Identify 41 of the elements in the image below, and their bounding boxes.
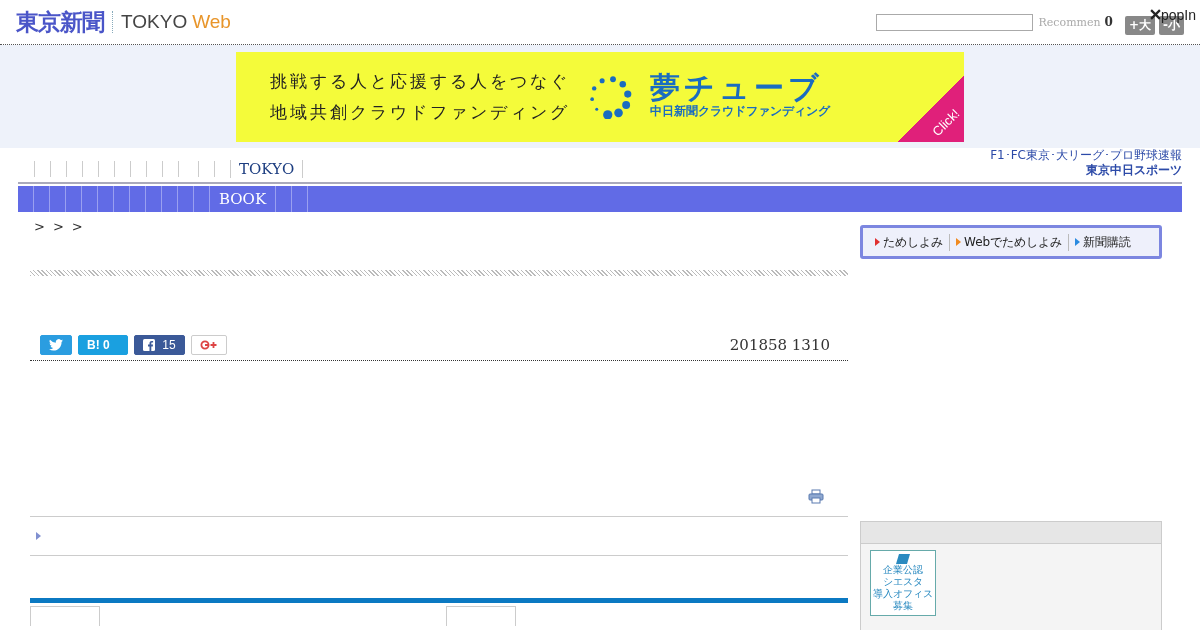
twitter-button[interactable] bbox=[40, 335, 72, 355]
bird-icon bbox=[49, 339, 63, 351]
dots-circle-icon bbox=[588, 74, 632, 119]
newspaper-logo[interactable]: 東京新聞 bbox=[16, 6, 104, 38]
sports-ad-text: F1･FC東京･大リーグ･プロ野球速報 bbox=[990, 148, 1182, 162]
subscription-link[interactable]: ためしよみ bbox=[869, 233, 950, 251]
ad-text: 挑戦する人と応援する人をつなぐ bbox=[270, 69, 570, 93]
site-name-web: Web bbox=[192, 11, 231, 32]
google-plus-icon bbox=[199, 340, 218, 350]
breadcrumb-separator: > bbox=[52, 218, 64, 234]
badge-logo-icon bbox=[896, 554, 910, 564]
category-link[interactable]: BOOK bbox=[210, 186, 277, 212]
recommend-text: Recommen bbox=[1038, 15, 1101, 29]
subscription-link[interactable]: Webでためしよみ bbox=[950, 233, 1070, 251]
badge-text: 募集 bbox=[893, 600, 913, 612]
facebook-button[interactable]: 15 bbox=[134, 335, 185, 355]
printer-icon[interactable] bbox=[808, 489, 824, 504]
triangle-icon bbox=[36, 532, 41, 540]
sports-ad[interactable]: F1･FC東京･大リーグ･プロ野球速報 東京中日スポーツ bbox=[990, 148, 1182, 182]
siesta-badge[interactable]: 企業公認 シエスタ 導入オフィス 募集 bbox=[870, 550, 936, 616]
tab[interactable] bbox=[30, 606, 100, 626]
sports-ad-title: 東京中日スポーツ bbox=[1086, 162, 1182, 179]
google-plus-button[interactable] bbox=[190, 335, 227, 355]
brand-name: 夢チューブ bbox=[650, 73, 824, 103]
badge-text: 企業公認 bbox=[883, 564, 923, 576]
brand-subtitle: 中日新聞クラウドファンディング bbox=[650, 103, 830, 120]
ad-text: 地域共創クラウドファンディング bbox=[270, 100, 570, 124]
publish-date: 201858 1310 bbox=[729, 336, 830, 354]
breadcrumb-separator: > bbox=[34, 218, 45, 234]
font-size-button[interactable]: +大 bbox=[1124, 15, 1155, 35]
facebook-icon bbox=[143, 339, 155, 351]
badge-text: 導入オフィス bbox=[873, 588, 933, 600]
search-field[interactable] bbox=[875, 13, 1033, 31]
site-name: TOKYO bbox=[121, 11, 188, 32]
tab[interactable] bbox=[446, 606, 516, 626]
count-text: 0 bbox=[1104, 15, 1113, 29]
subscription-link[interactable]: 新聞購読 bbox=[1069, 233, 1138, 251]
badge-text: シエスタ bbox=[883, 576, 923, 588]
nav-link[interactable]: TOKYO bbox=[230, 160, 304, 178]
close-icon[interactable] bbox=[1149, 9, 1161, 20]
breadcrumb-separator: > bbox=[71, 218, 83, 234]
